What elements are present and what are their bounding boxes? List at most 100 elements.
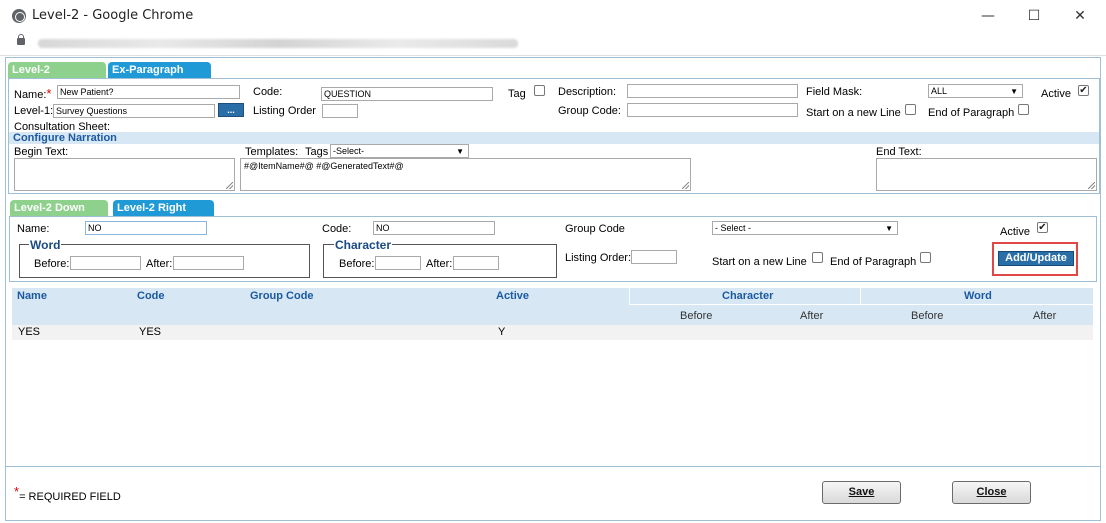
grid-header-code[interactable]: Code <box>137 290 165 302</box>
tag-checkbox[interactable] <box>534 85 545 96</box>
code-label: Code: <box>253 86 283 98</box>
start-new-line-label: Start on a new Line <box>806 107 901 119</box>
tag-label: Tag <box>508 88 526 100</box>
sub-active-checkbox[interactable]: ✔ <box>1037 222 1048 233</box>
close-button-label: Close <box>976 486 1007 498</box>
sub-start-new-line-label: Start on a new Line <box>712 256 807 268</box>
grid-header-character: Character <box>722 290 774 302</box>
tags-select[interactable]: -Select- ▼ <box>330 144 469 158</box>
sub-start-new-line-checkbox[interactable] <box>812 252 823 263</box>
sub-listing-order-label: Listing Order: <box>565 252 632 264</box>
listing-order-label: Listing Order <box>253 105 316 117</box>
tags-label: Tags <box>305 146 329 158</box>
grid-header-word-after[interactable]: After <box>1033 310 1056 322</box>
char-after-label: After: <box>426 258 453 270</box>
word-after-label: After: <box>146 258 173 270</box>
grid-header-active[interactable]: Active <box>496 290 529 302</box>
char-after-input[interactable] <box>453 256 499 270</box>
level1-label: Level-1: <box>14 105 54 117</box>
word-before-label: Before: <box>34 258 70 270</box>
sub-group-code-label: Group Code <box>565 223 625 235</box>
grid-header-word-before[interactable]: Before <box>911 310 943 322</box>
begin-text-label: Begin Text: <box>14 146 69 158</box>
resize-grip-icon[interactable] <box>1088 182 1095 189</box>
end-text-label: End Text: <box>876 146 922 158</box>
begin-text-area[interactable] <box>14 158 235 191</box>
field-mask-label: Field Mask: <box>806 86 863 98</box>
grid-header-word: Word <box>964 290 992 302</box>
templates-label: Templates: <box>245 146 299 158</box>
table-row[interactable] <box>12 325 1093 340</box>
word-before-input[interactable] <box>70 256 141 270</box>
code-input[interactable]: QUESTION <box>321 87 493 101</box>
level1-lookup-button[interactable]: ... <box>218 103 244 117</box>
required-field-note: *= REQUIRED FIELD <box>14 484 121 503</box>
sub-active-label: Active <box>1000 226 1030 238</box>
globe-icon <box>12 9 26 23</box>
name-label: Name:* <box>14 86 52 101</box>
level1-input[interactable]: Survey Questions <box>53 104 215 118</box>
sub-listing-order-input[interactable] <box>631 250 677 264</box>
save-button[interactable]: Save <box>822 481 901 504</box>
address-bar[interactable] <box>0 32 1106 56</box>
save-button-label: Save <box>848 486 875 498</box>
word-legend: Word <box>29 238 62 252</box>
footer-divider <box>6 466 1100 467</box>
end-text-area[interactable] <box>876 158 1097 191</box>
dropdown-arrow-icon: ▼ <box>885 224 893 233</box>
char-before-label: Before: <box>339 258 375 270</box>
lock-icon <box>17 34 25 45</box>
name-input[interactable]: New Patient? <box>57 85 240 99</box>
sub-code-input[interactable]: NO <box>373 221 495 235</box>
resize-grip-icon[interactable] <box>682 182 689 189</box>
grid-header-char-after[interactable]: After <box>800 310 823 322</box>
tab-level-2-right[interactable]: Level-2 Right <box>113 200 214 216</box>
maximize-button[interactable]: ☐ <box>1011 4 1057 28</box>
window-title: Level-2 - Google Chrome <box>32 8 194 23</box>
end-paragraph-checkbox[interactable] <box>1018 104 1029 115</box>
row-code-cell: YES <box>139 326 162 338</box>
word-after-input[interactable] <box>173 256 244 270</box>
grid-header-group-code[interactable]: Group Code <box>250 290 314 302</box>
grid-header-char-before[interactable]: Before <box>680 310 712 322</box>
active-checkbox[interactable]: ✔ <box>1078 85 1089 96</box>
char-before-input[interactable] <box>375 256 421 270</box>
sub-code-label: Code: <box>322 223 352 235</box>
templates-text-area[interactable]: #@ItemName#@ #@GeneratedText#@ <box>240 158 691 191</box>
sub-end-paragraph-label: End of Paragraph <box>830 256 917 268</box>
active-label: Active <box>1041 88 1071 100</box>
window-titlebar: Level-2 - Google Chrome — ☐ ✕ <box>0 0 1106 32</box>
end-paragraph-label: End of Paragraph <box>928 107 1015 119</box>
sub-name-input[interactable]: NO <box>85 221 207 235</box>
group-code-input[interactable] <box>627 103 798 117</box>
tab-level-2-down[interactable]: Level-2 Down <box>10 200 108 216</box>
character-legend: Character <box>334 238 393 252</box>
sub-group-code-select[interactable]: - Select - ▼ <box>712 221 898 235</box>
tags-select-value: -Select- <box>333 146 365 156</box>
configure-narration-header: Configure Narration <box>9 132 1099 144</box>
dropdown-arrow-icon: ▼ <box>456 147 464 156</box>
close-button[interactable]: Close <box>952 481 1031 504</box>
tab-level-2[interactable]: Level-2 <box>8 62 106 78</box>
minimize-button[interactable]: — <box>965 4 1011 28</box>
resize-grip-icon[interactable] <box>226 182 233 189</box>
templates-text: #@ItemName#@ #@GeneratedText#@ <box>244 161 404 171</box>
dropdown-arrow-icon: ▼ <box>1010 87 1018 96</box>
sub-name-label: Name: <box>17 223 50 235</box>
sub-group-code-value: - Select - <box>715 223 752 233</box>
description-label: Description: <box>558 86 617 98</box>
close-window-button[interactable]: ✕ <box>1057 4 1103 28</box>
field-mask-value: ALL <box>931 86 948 96</box>
sub-end-paragraph-checkbox[interactable] <box>920 252 931 263</box>
url-blurred <box>38 39 518 48</box>
group-code-label: Group Code: <box>558 105 621 117</box>
row-name-cell: YES <box>18 326 41 338</box>
field-mask-select[interactable]: ALL ▼ <box>928 84 1023 98</box>
row-active-cell: Y <box>498 326 506 338</box>
description-input[interactable] <box>627 84 798 98</box>
start-new-line-checkbox[interactable] <box>905 104 916 115</box>
grid-header-name[interactable]: Name <box>17 290 47 302</box>
listing-order-input[interactable] <box>322 104 358 118</box>
add-update-button[interactable]: Add/Update <box>998 251 1074 266</box>
tab-ex-paragraph[interactable]: Ex-Paragraph <box>108 62 211 78</box>
